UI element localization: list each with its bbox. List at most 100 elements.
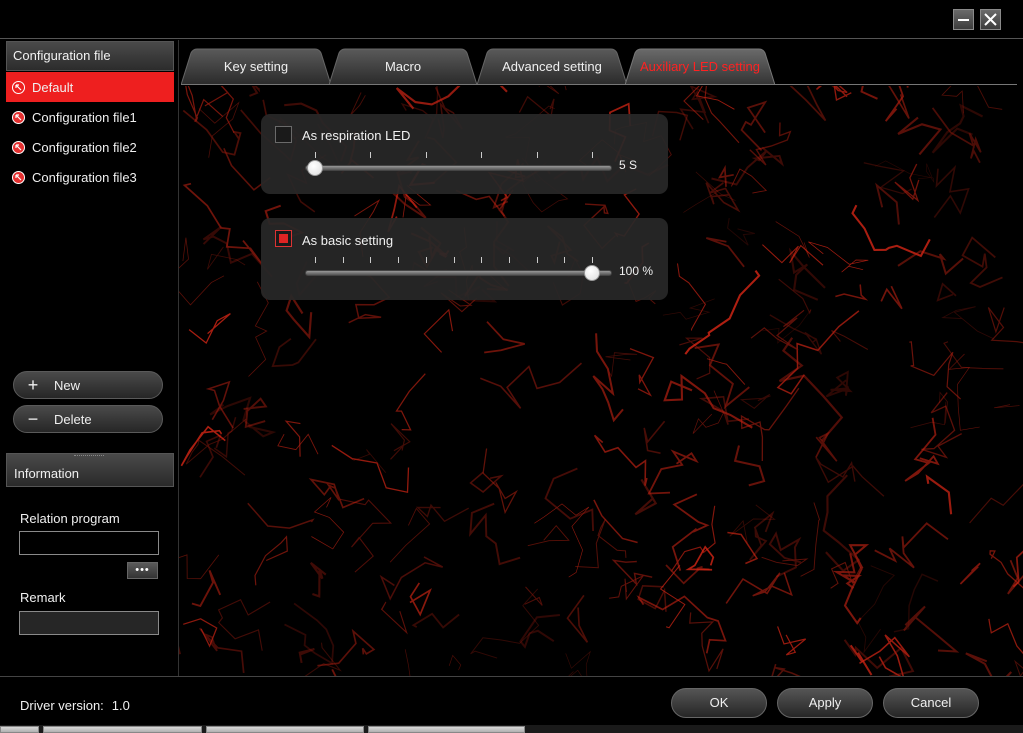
lava-crack	[284, 602, 335, 665]
new-button[interactable]: + New	[13, 371, 163, 399]
tab-auxiliary-led-setting[interactable]: Auxiliary LED setting	[625, 48, 775, 85]
lava-crack	[711, 146, 785, 186]
remark-input[interactable]	[19, 611, 159, 635]
lava-crack	[593, 434, 648, 486]
lava-crack	[768, 531, 802, 578]
profile-item-configuration-file3[interactable]: Configuration file3	[6, 162, 174, 192]
profile-item-configuration-file2[interactable]: Configuration file2	[6, 132, 174, 162]
lava-crack	[888, 86, 910, 119]
lava-crack	[331, 668, 337, 676]
lava-crack	[285, 293, 313, 340]
close-button[interactable]	[980, 9, 1001, 30]
lava-crack	[816, 86, 852, 102]
lava-crack	[921, 392, 963, 459]
slider-thumb[interactable]	[307, 160, 323, 176]
lava-crack	[977, 86, 1003, 110]
basic-setting-checkbox[interactable]	[275, 230, 292, 247]
lava-crack	[404, 649, 411, 676]
lava-crack	[893, 573, 939, 633]
slider-tick	[453, 257, 455, 263]
resize-grip[interactable]	[74, 455, 104, 458]
ok-button[interactable]: OK	[671, 688, 767, 718]
lava-crack	[777, 626, 807, 656]
lava-crack	[831, 330, 869, 350]
lava-crack	[311, 497, 345, 550]
lava-crack	[671, 493, 710, 571]
lava-crack	[178, 554, 220, 580]
lava-crack	[705, 237, 745, 268]
lava-crack	[931, 107, 982, 164]
lava-crack	[188, 313, 231, 344]
driver-version: Driver version: 1.0	[20, 698, 130, 713]
respiration-duration-slider[interactable]	[305, 152, 612, 178]
lava-crack	[395, 373, 426, 431]
thumbnail[interactable]	[368, 726, 525, 733]
slider-tick	[370, 257, 372, 263]
lava-crack	[277, 433, 319, 455]
lava-crack	[740, 100, 768, 152]
profile-item-configuration-file1[interactable]: Configuration file1	[6, 102, 174, 132]
lava-crack	[592, 333, 624, 423]
lava-crack	[423, 308, 454, 353]
browse-button[interactable]: •••	[127, 562, 158, 579]
lava-crack	[379, 556, 444, 601]
lava-crack	[593, 499, 638, 544]
lava-crack	[941, 86, 964, 114]
thumbnail[interactable]	[0, 726, 39, 733]
tab-key-setting[interactable]: Key setting	[181, 48, 331, 85]
respiration-led-label: As respiration LED	[302, 128, 411, 143]
lava-crack	[271, 337, 317, 368]
slider-tick	[342, 257, 344, 263]
relation-program-label: Relation program	[20, 511, 120, 526]
lava-crack	[897, 250, 964, 276]
thumbnail[interactable]	[206, 726, 364, 733]
lava-crack	[448, 654, 462, 671]
minimize-button[interactable]	[953, 9, 974, 30]
lava-crack	[987, 307, 1023, 344]
lava-crack	[835, 284, 869, 301]
lava-crack	[350, 92, 366, 116]
lava-crack	[647, 449, 699, 495]
respiration-duration-value: 5 S	[619, 158, 638, 172]
sidebar-divider	[178, 40, 179, 676]
slider-thumb[interactable]	[584, 265, 600, 281]
tab-baseline	[181, 84, 1017, 85]
lava-crack	[860, 86, 878, 100]
slider-tick	[398, 257, 400, 263]
tab-bar: Key setting Macro Advanced setting Auxil…	[181, 48, 1023, 86]
slider-tick	[425, 257, 427, 263]
configuration-file-header: Configuration file	[6, 41, 174, 71]
slider-tick	[592, 257, 593, 263]
profile-icon	[12, 80, 25, 94]
lava-crack	[390, 423, 411, 460]
thumbnail[interactable]	[43, 726, 202, 733]
lava-crack	[706, 358, 746, 385]
slider-tick	[370, 152, 372, 158]
lava-crack	[933, 164, 970, 218]
lava-crack	[815, 431, 838, 462]
respiration-led-checkbox[interactable]	[275, 126, 292, 143]
profile-icon	[12, 140, 25, 154]
lava-crack	[470, 588, 540, 659]
driver-version-label: Driver version:	[20, 698, 104, 713]
lava-crack	[789, 86, 836, 122]
relation-program-input[interactable]	[19, 531, 159, 555]
new-button-label: New	[54, 377, 81, 393]
lava-crack	[636, 595, 727, 654]
lava-crack	[874, 522, 949, 569]
profile-item-default[interactable]: Default	[6, 72, 174, 102]
tab-advanced-setting[interactable]: Advanced setting	[477, 48, 627, 85]
lava-crack	[340, 498, 393, 573]
apply-button[interactable]: Apply	[777, 688, 873, 718]
cancel-button[interactable]: Cancel	[883, 688, 979, 718]
lava-crack	[941, 306, 994, 340]
lava-crack	[524, 586, 543, 606]
delete-button[interactable]: − Delete	[13, 405, 163, 433]
lava-crack	[309, 561, 327, 598]
lava-crack	[538, 86, 567, 95]
basic-setting-label: As basic setting	[302, 233, 394, 248]
tab-macro[interactable]: Macro	[329, 48, 477, 85]
lava-crack	[182, 109, 242, 156]
tab-label: Macro	[384, 59, 422, 74]
brightness-slider[interactable]	[305, 257, 612, 283]
